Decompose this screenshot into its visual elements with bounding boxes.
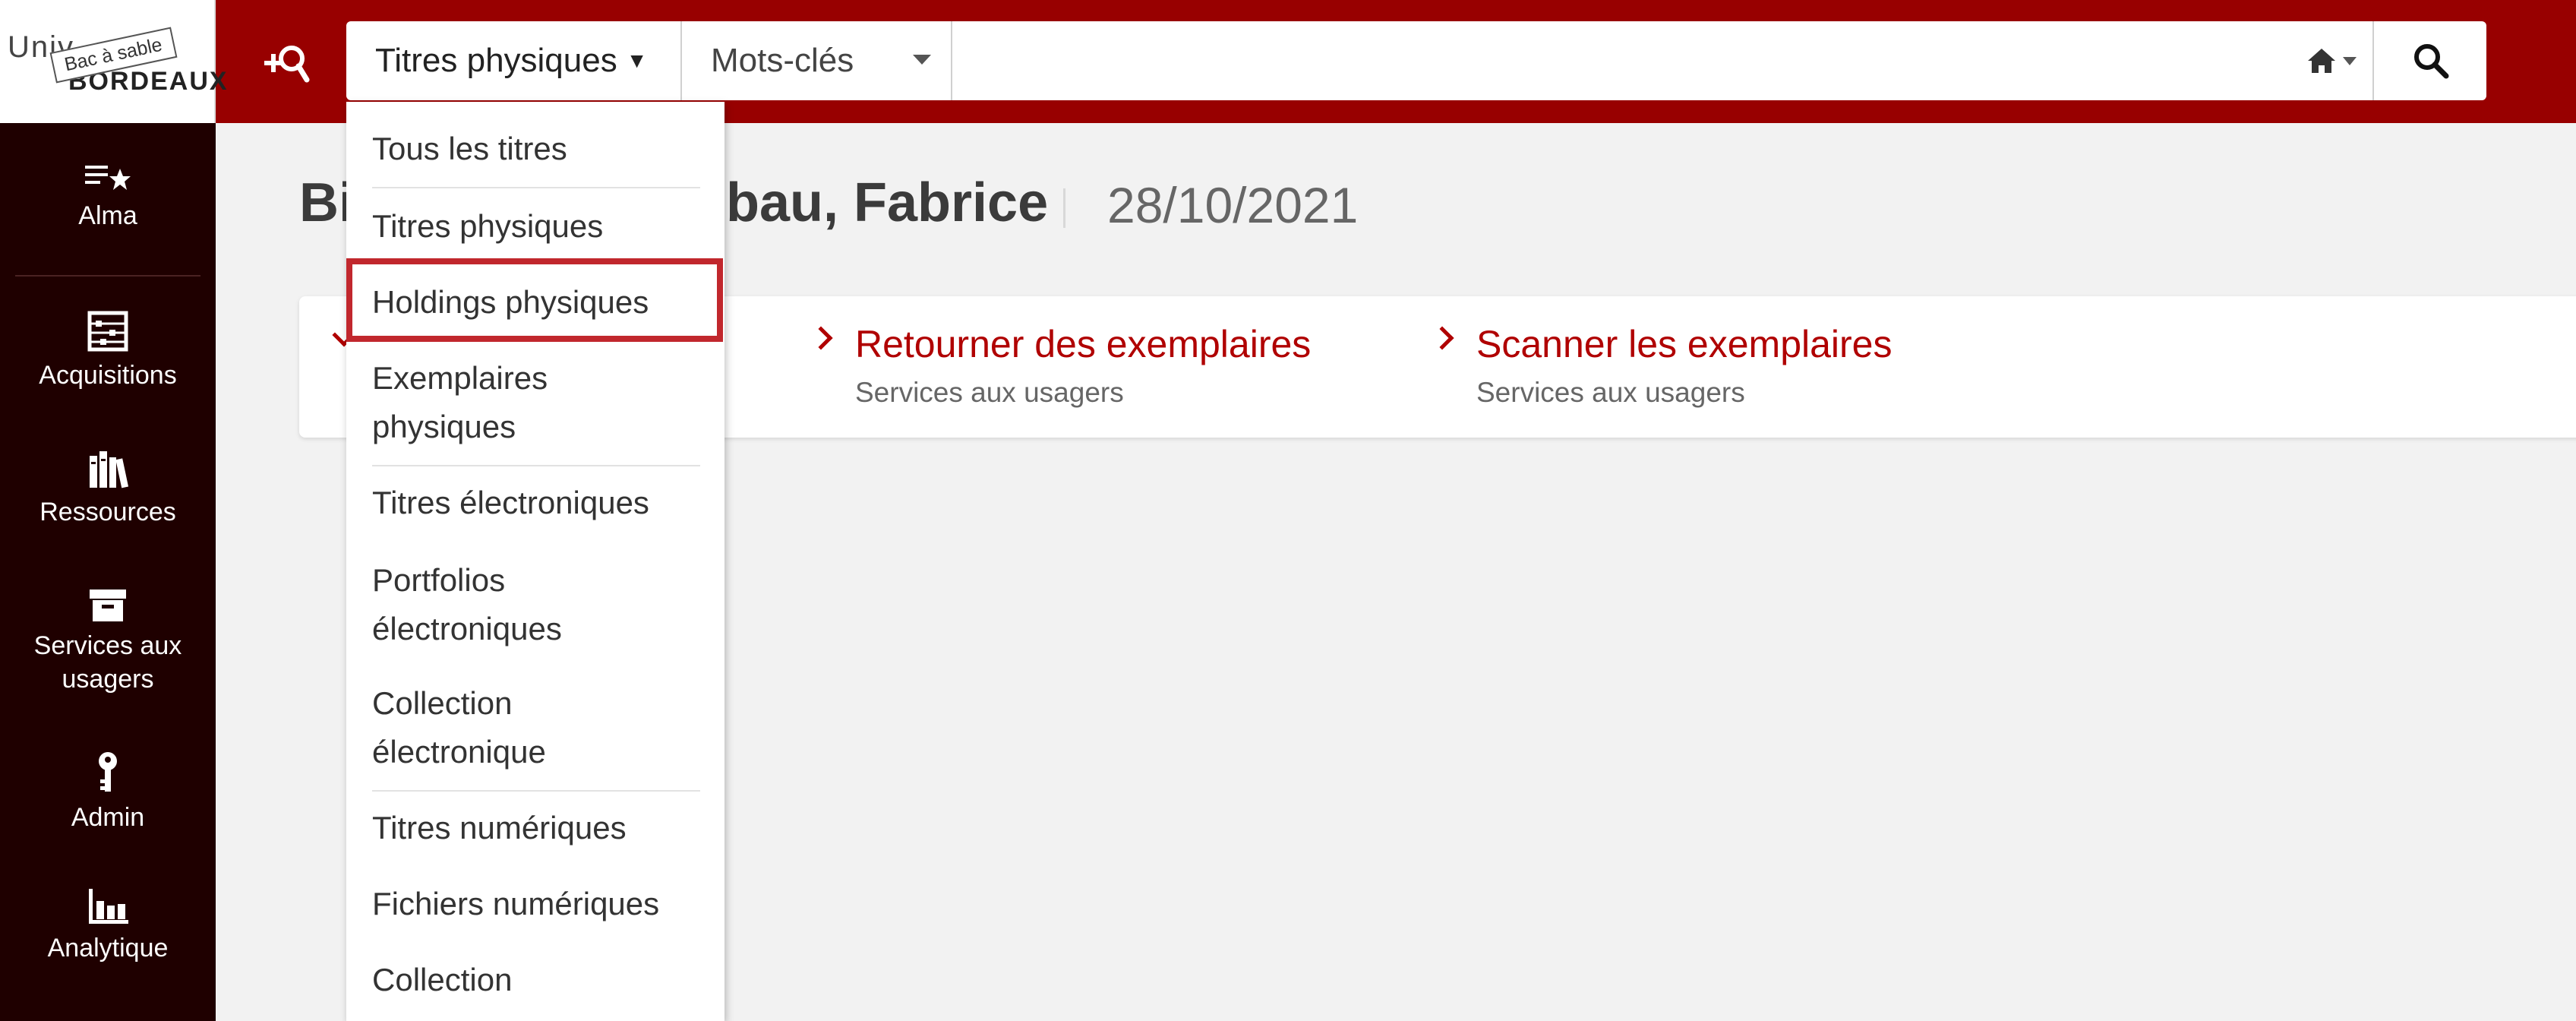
main-sidebar: Alma Acquisitions Ressources Services au…	[0, 123, 216, 1021]
search-field-label: Mots-clés	[711, 42, 854, 79]
advanced-search-icon[interactable]	[254, 36, 317, 90]
dropdown-item-fichiers-numeriques[interactable]: Fichiers numériques	[372, 880, 659, 928]
bar-chart-icon	[89, 889, 128, 924]
page-date: 28/10/2021	[1107, 177, 1359, 233]
quick-link-title: Scanner les exemplaires	[1476, 323, 1893, 365]
dropdown-item-titres-physiques[interactable]: Titres physiques	[372, 202, 603, 251]
archive-box-icon	[90, 590, 126, 621]
dropdown-divider	[372, 187, 700, 188]
abacus-icon	[87, 311, 128, 352]
dropdown-item-titres-numeriques[interactable]: Titres numériques	[372, 804, 627, 852]
sidebar-item-label: Analytique	[47, 934, 169, 963]
sidebar-item-acquisitions[interactable]: Acquisitions	[0, 310, 216, 392]
dropdown-item-portfolios-electroniques[interactable]: Portfolios électroniques	[372, 556, 615, 653]
chevron-right-icon	[809, 326, 833, 350]
quick-link-scanner[interactable]: Scanner les exemplaires Services aux usa…	[1430, 323, 1950, 410]
sidebar-item-analytique[interactable]: Analytique	[0, 887, 216, 965]
books-icon	[90, 451, 129, 488]
sidebar-item-services-aux-usagers[interactable]: Services aux usagers	[0, 586, 216, 696]
dropdown-item-collection[interactable]: Collection	[372, 956, 512, 1004]
search-bar: Titres physiques ▼ Mots-clés	[346, 21, 2486, 100]
sidebar-item-admin[interactable]: Admin	[0, 751, 216, 834]
title-separator	[1063, 188, 1065, 228]
home-icon	[2308, 49, 2335, 73]
quick-link-subtitle: Services aux usagers	[1476, 377, 1745, 408]
search-scope-select[interactable]: Titres physiques ▼	[346, 21, 682, 100]
home-dropdown[interactable]	[2290, 21, 2374, 100]
dropdown-item-holdings-physiques[interactable]: Holdings physiques	[372, 278, 649, 327]
search-input[interactable]	[954, 21, 2230, 100]
search-field-select[interactable]: Mots-clés	[682, 21, 952, 100]
key-icon	[99, 752, 117, 792]
university-logo[interactable]: Univ BORDEAUX Bac à sable	[0, 0, 227, 123]
search-icon	[2414, 44, 2449, 79]
dropdown-item-exemplaires-physiques[interactable]: Exemplaires physiques	[372, 354, 661, 451]
sidebar-divider	[15, 275, 200, 277]
sidebar-item-alma[interactable]: Alma	[0, 163, 216, 232]
caret-down-icon	[913, 55, 931, 65]
search-scope-label: Titres physiques	[375, 42, 617, 79]
caret-down-icon: ▼	[626, 49, 648, 72]
chevron-right-icon	[1430, 326, 1454, 350]
sidebar-item-label: Ressources	[39, 498, 176, 526]
dropdown-item-tous-les-titres[interactable]: Tous les titres	[372, 125, 567, 173]
sidebar-item-ressources[interactable]: Ressources	[0, 450, 216, 529]
sidebar-item-label: Services aux usagers	[33, 631, 182, 694]
quick-link-retourner[interactable]: Retourner des exemplaires Services aux u…	[809, 323, 1359, 410]
sidebar-item-label: Alma	[78, 201, 137, 230]
alma-star-icon	[85, 166, 131, 190]
search-scope-dropdown: Tous les titres Titres physiques Holding…	[346, 102, 724, 1021]
dropdown-item-collection-electronique[interactable]: Collection électronique	[372, 679, 615, 776]
page-title-suffix: bau, Fabrice	[726, 172, 1049, 233]
sidebar-item-label: Acquisitions	[39, 361, 177, 390]
dropdown-item-titres-electroniques[interactable]: Titres électroniques	[372, 479, 649, 527]
dropdown-divider	[372, 465, 700, 466]
quick-link-title: Retourner des exemplaires	[855, 323, 1312, 365]
quick-link-subtitle: Services aux usagers	[855, 377, 1124, 408]
sidebar-item-label: Admin	[71, 803, 145, 832]
search-button[interactable]	[2376, 21, 2486, 100]
caret-down-icon	[2343, 56, 2357, 65]
dropdown-divider	[372, 790, 700, 792]
